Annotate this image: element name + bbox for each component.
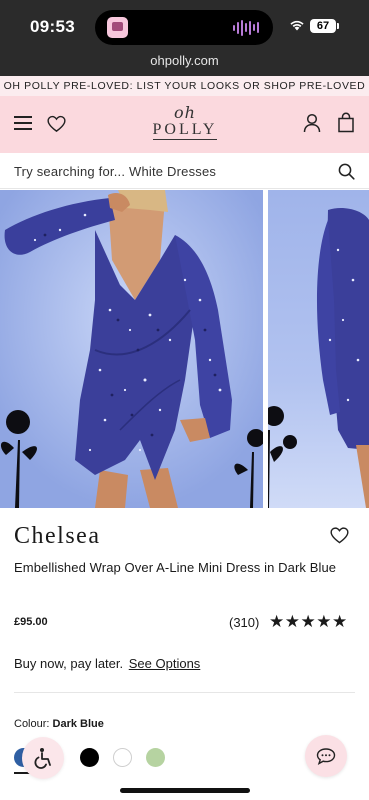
search-icon[interactable] bbox=[338, 163, 355, 180]
url-bar[interactable]: ohpolly.com bbox=[0, 53, 369, 68]
chat-button[interactable] bbox=[305, 735, 347, 777]
buy-now-pay-later: Buy now, pay later. See Options bbox=[14, 656, 200, 671]
product-image-main[interactable] bbox=[0, 190, 263, 508]
swatch-white[interactable] bbox=[113, 748, 132, 767]
product-title: Chelsea bbox=[14, 523, 101, 549]
swatch-green[interactable] bbox=[146, 748, 165, 767]
divider bbox=[14, 692, 355, 693]
rating-stars-icon[interactable]: ★★★★★ bbox=[269, 612, 348, 632]
selected-colour: Dark Blue bbox=[52, 718, 104, 730]
logo-script: oh bbox=[174, 103, 196, 122]
colour-label: Colour: Dark Blue bbox=[14, 718, 104, 730]
review-count[interactable]: (310) bbox=[229, 615, 259, 630]
logo-wordmark: POLLY bbox=[152, 121, 218, 138]
now-playing-app-icon bbox=[107, 17, 128, 38]
bnpl-text: Buy now, pay later. bbox=[14, 656, 124, 671]
accessibility-icon bbox=[34, 748, 51, 769]
product-image-secondary[interactable] bbox=[268, 190, 369, 508]
dynamic-island bbox=[95, 10, 273, 45]
see-options-link[interactable]: See Options bbox=[129, 656, 201, 671]
promo-banner[interactable]: OH POLLY PRE-LOVED: LIST YOUR LOOKS OR S… bbox=[0, 76, 369, 96]
accessibility-button[interactable] bbox=[22, 737, 64, 779]
home-indicator[interactable] bbox=[120, 788, 250, 793]
oh-polly-logo[interactable]: oh POLLY bbox=[145, 105, 225, 145]
product-description: Embellished Wrap Over A-Line Mini Dress … bbox=[14, 560, 337, 575]
shopping-bag-icon[interactable] bbox=[337, 112, 355, 133]
battery-indicator: 67 bbox=[310, 19, 339, 33]
browser-chrome: 09:53 67 ohpolly.com bbox=[0, 0, 369, 76]
chat-icon bbox=[316, 748, 336, 765]
account-icon[interactable] bbox=[303, 113, 321, 133]
site-header: oh POLLY bbox=[0, 96, 369, 153]
menu-icon[interactable] bbox=[14, 116, 32, 130]
add-to-wishlist-heart-icon[interactable] bbox=[330, 527, 349, 544]
search-input[interactable]: Try searching for... White Dresses bbox=[14, 164, 216, 179]
wifi-icon bbox=[290, 20, 304, 31]
search-bar[interactable]: Try searching for... White Dresses bbox=[0, 153, 369, 189]
wishlist-heart-icon[interactable] bbox=[47, 115, 66, 133]
audio-wave-icon bbox=[233, 19, 259, 36]
product-price: £95.00 bbox=[14, 616, 48, 628]
product-image-carousel[interactable] bbox=[0, 190, 369, 508]
status-time: 09:53 bbox=[30, 17, 75, 36]
swatch-black[interactable] bbox=[80, 748, 99, 767]
